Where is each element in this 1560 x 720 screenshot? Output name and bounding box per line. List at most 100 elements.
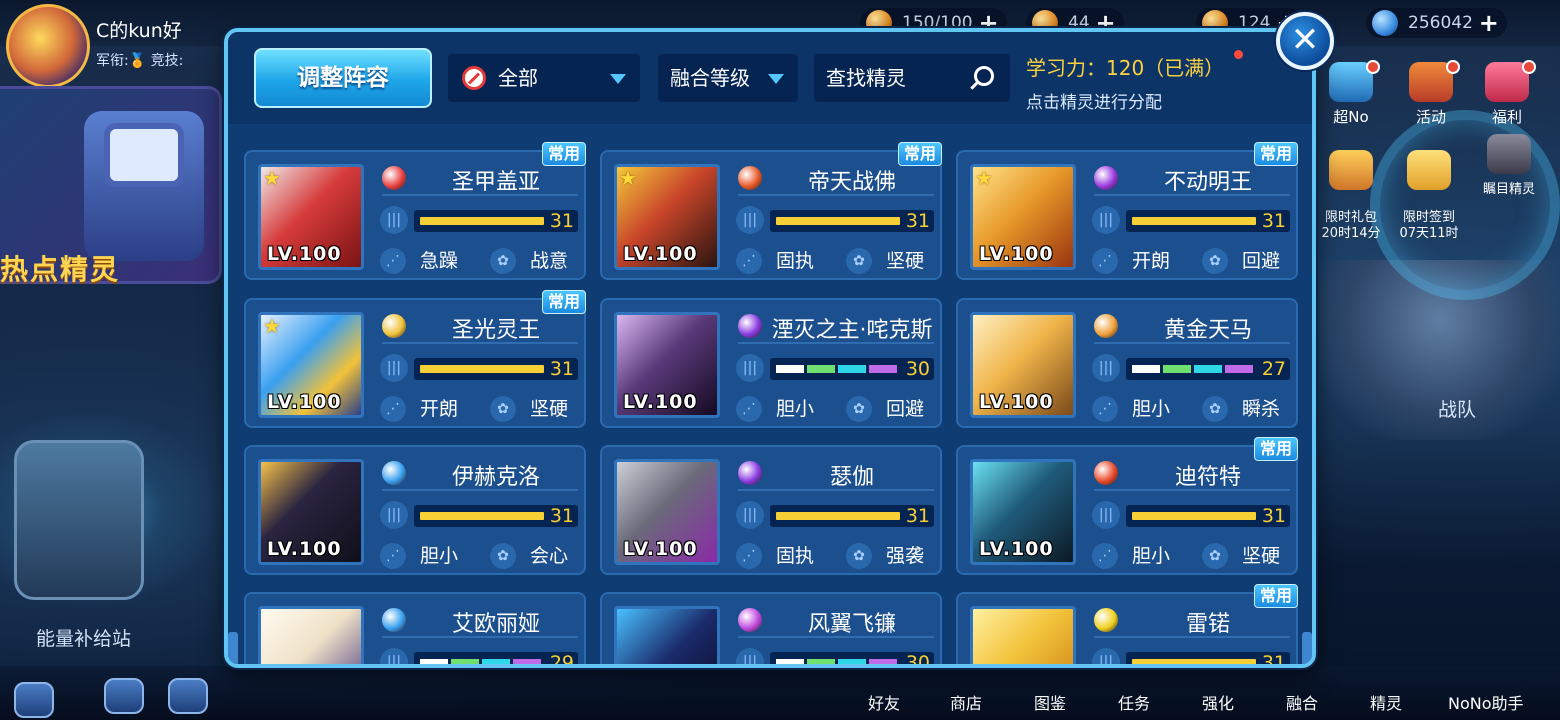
learning-power: 学习力：120（已满） bbox=[1026, 56, 1225, 80]
common-tag: 常用 bbox=[542, 142, 586, 166]
resource-planet-coin: 256042 + bbox=[1366, 8, 1507, 38]
learning-bar: 30 bbox=[770, 652, 934, 664]
menu-sign-in[interactable]: 限时签到 07天11时 bbox=[1394, 134, 1464, 242]
feature-label: 会心 bbox=[530, 545, 569, 567]
divider bbox=[382, 636, 578, 638]
divider bbox=[1094, 342, 1290, 344]
menu-welfare[interactable]: 福利 bbox=[1472, 60, 1542, 127]
menu-nono[interactable]: 超No bbox=[1316, 60, 1386, 127]
menu-activity[interactable]: 活动 bbox=[1396, 60, 1466, 127]
menu-limited-pack[interactable]: 限时礼包 20时14分 bbox=[1316, 134, 1386, 242]
common-tag: 常用 bbox=[542, 290, 586, 314]
learning-bar: 31 bbox=[414, 210, 578, 232]
spirit-card[interactable]: 常用 雷锘 ||| 31 bbox=[956, 584, 1298, 664]
player-avatar[interactable] bbox=[6, 4, 90, 88]
nav-codex[interactable]: 图鉴 bbox=[1034, 690, 1066, 714]
chat-icon[interactable] bbox=[14, 682, 54, 718]
learning-bar-fill bbox=[776, 512, 900, 520]
search-icon[interactable] bbox=[974, 66, 994, 86]
spirit-card[interactable]: ★ LV.100 常用 圣光灵王 ||| 31 ⋰ 开朗 ✿ 坚硬 bbox=[244, 290, 586, 428]
spirit-portrait: LV.100 bbox=[614, 312, 720, 418]
stat-icon: ||| bbox=[1092, 501, 1120, 529]
adjust-lineup-button[interactable]: 调整阵容 bbox=[254, 48, 432, 108]
stat-icon: ||| bbox=[380, 648, 408, 664]
attribute-icon bbox=[1094, 314, 1118, 338]
nav-shop[interactable]: 商店 bbox=[950, 690, 982, 714]
nature-icon: ⋰ bbox=[1092, 396, 1118, 422]
stat-icon: ||| bbox=[736, 354, 764, 382]
spirit-card[interactable]: 风翼飞镰 ||| 30 bbox=[600, 592, 942, 664]
nav-tasks[interactable]: 任务 bbox=[1118, 690, 1150, 714]
stat-icon: ||| bbox=[1092, 206, 1120, 234]
stat-icon: ||| bbox=[380, 354, 408, 382]
learning-bar: 31 bbox=[770, 210, 934, 232]
nature-icon: ⋰ bbox=[380, 543, 406, 569]
learning-bar: 31 bbox=[414, 358, 578, 380]
attribute-icon bbox=[1094, 461, 1118, 485]
spirit-name: 圣光灵王 bbox=[451, 318, 540, 343]
menu-featured-spirit[interactable]: 瞩目精灵 bbox=[1474, 134, 1544, 197]
nav-nono-helper[interactable]: NoNo助手 bbox=[1448, 690, 1524, 714]
nature-label: 胆小 bbox=[420, 545, 459, 567]
learning-bar-fill bbox=[420, 512, 544, 520]
energy-station-icon[interactable] bbox=[14, 440, 144, 600]
learning-bar: 31 bbox=[1126, 210, 1290, 232]
menu-label: 福利 bbox=[1491, 108, 1522, 126]
attribute-icon bbox=[1094, 608, 1118, 632]
feature-label: 坚硬 bbox=[530, 398, 569, 420]
feature-label: 强袭 bbox=[886, 545, 925, 567]
spirit-card[interactable]: LV.100 瑟伽 ||| 31 ⋰ 固执 ✿ 强袭 bbox=[600, 445, 942, 575]
search-spirit-input[interactable]: 查找精灵 bbox=[814, 54, 1010, 102]
stat-icon: ||| bbox=[380, 501, 408, 529]
nav-friends[interactable]: 好友 bbox=[868, 690, 900, 714]
learning-bar-fill bbox=[1132, 512, 1256, 520]
spirit-name: 圣甲盖亚 bbox=[451, 170, 540, 195]
learning-bar-segment bbox=[807, 659, 835, 664]
eye-icon[interactable] bbox=[104, 678, 144, 714]
nature-icon: ⋰ bbox=[380, 396, 406, 422]
learning-bar-fill bbox=[420, 217, 544, 225]
spirit-level: LV.100 bbox=[623, 538, 698, 560]
spirit-grid: ★ LV.100 常用 圣甲盖亚 ||| 31 ⋰ 急躁 ✿ 战意 ★ LV.100 常用 帝天战佛 |||… bbox=[244, 142, 1308, 664]
spirit-level: LV.100 bbox=[267, 538, 342, 560]
star-icon: ★ bbox=[263, 314, 281, 338]
feature-icon: ✿ bbox=[1202, 248, 1228, 274]
learning-bar: 30 bbox=[770, 358, 934, 380]
learning-value: 27 bbox=[1261, 358, 1286, 380]
mail-icon[interactable] bbox=[168, 678, 208, 714]
spirit-card[interactable]: LV.100 黄金天马 ||| 27 ⋰ 胆小 ✿ 瞬杀 bbox=[956, 298, 1298, 428]
spirit-card[interactable]: LV.100 湮灭之主·咤克斯 ||| 30 ⋰ 胆小 ✿ 回避 bbox=[600, 298, 942, 428]
nav-spirits[interactable]: 精灵 bbox=[1370, 690, 1402, 714]
bottom-navigation bbox=[0, 666, 1560, 720]
spirit-portrait: LV.100 bbox=[258, 459, 364, 565]
close-button[interactable]: ✕ bbox=[1276, 12, 1334, 70]
battle-team-label[interactable]: 战队 bbox=[1438, 395, 1476, 422]
player-rank: 军衔:🏅 竞技: bbox=[96, 53, 184, 69]
learning-value: 31 bbox=[905, 505, 930, 527]
spirit-card[interactable]: ★ LV.100 常用 不动明王 ||| 31 ⋰ 开朗 ✿ 回避 bbox=[956, 142, 1298, 280]
spirit-card[interactable]: 艾欧丽娅 ||| 29 bbox=[244, 592, 586, 664]
energy-station-label[interactable]: 能量补给站 bbox=[36, 624, 131, 651]
nav-fusion[interactable]: 融合 bbox=[1286, 690, 1318, 714]
nature-icon: ⋰ bbox=[736, 396, 762, 422]
common-tag: 常用 bbox=[898, 142, 942, 166]
filter-all-dropdown[interactable]: 全部 bbox=[448, 54, 640, 102]
learning-bar: 29 bbox=[414, 652, 578, 664]
spirit-card[interactable]: ★ LV.100 常用 帝天战佛 ||| 31 ⋰ 固执 ✿ 坚硬 bbox=[600, 142, 942, 280]
spirit-portrait: ★ LV.100 bbox=[970, 164, 1076, 270]
attribute-icon bbox=[738, 608, 762, 632]
learning-bar-segment bbox=[776, 365, 804, 373]
spirit-card[interactable]: LV.100 伊赫克洛 ||| 31 ⋰ 胆小 ✿ 会心 bbox=[244, 445, 586, 575]
add-planet-coin-button[interactable]: + bbox=[1479, 8, 1499, 38]
menu-label: 限时签到 07天11时 bbox=[1399, 210, 1459, 241]
spirit-card[interactable]: LV.100 常用 迪符特 ||| 31 ⋰ 胆小 ✿ 坚硬 bbox=[956, 437, 1298, 575]
scroll-indicator-right bbox=[1302, 632, 1312, 664]
spirit-card[interactable]: ★ LV.100 常用 圣甲盖亚 ||| 31 ⋰ 急躁 ✿ 战意 bbox=[244, 142, 586, 280]
spirit-portrait: LV.100 bbox=[614, 459, 720, 565]
chevron-down-icon bbox=[768, 74, 784, 84]
fusion-level-dropdown[interactable]: 融合等级 bbox=[658, 54, 798, 102]
nature-icon: ⋰ bbox=[380, 248, 406, 274]
featured-spirit-icon bbox=[1487, 134, 1531, 174]
nav-enhance[interactable]: 强化 bbox=[1202, 690, 1234, 714]
feature-label: 瞬杀 bbox=[1242, 398, 1281, 420]
